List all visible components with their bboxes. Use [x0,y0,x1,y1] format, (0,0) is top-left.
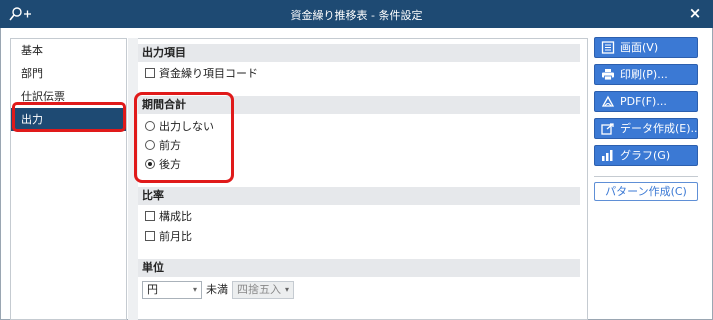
data-export-button-label: データ作成(E)... [620,122,702,135]
threshold-label: 未満 [206,283,228,296]
data-export-button[interactable]: データ作成(E)... [594,118,702,139]
section-header-output-items: 出力項目 [138,44,580,62]
radio-circle-selected[interactable] [145,159,155,169]
window-title: 資金繰り推移表 - 条件設定 [290,9,423,22]
chart-icon [602,150,613,161]
checkbox-box[interactable] [145,211,155,221]
print-button-label: 印刷(P)... [620,68,668,81]
title-bar: 資金繰り推移表 - 条件設定 × [0,0,713,28]
screen-button-label: 画面(V) [620,41,659,54]
checkbox-month-over-month[interactable]: 前月比 [145,229,192,245]
pdf-button[interactable]: PDF(F)... [594,91,698,112]
radio-circle[interactable] [145,121,155,131]
section-header-ratio: 比率 [138,187,580,205]
screen-icon [601,41,615,54]
sidebar-item-basic[interactable]: 基本 [11,39,126,62]
checkbox-label: 前月比 [159,230,192,243]
graph-button-label: グラフ(G) [620,149,671,162]
sidebar-item-journal-voucher[interactable]: 仕訳伝票 [11,85,126,108]
radio-label: 出力しない [159,120,214,133]
chevron-down-icon: ▾ [192,285,197,294]
section-header-period-total: 期間合計 [138,96,580,114]
printer-icon [602,69,614,81]
close-button[interactable]: × [687,5,703,21]
radio-label: 前方 [159,139,181,152]
section-header-unit: 単位 [138,259,580,277]
checkbox-label: 構成比 [159,210,192,223]
radio-circle[interactable] [145,140,155,150]
pdf-icon [601,95,615,107]
checkbox-box[interactable] [145,68,155,78]
settings-sidebar: 基本 部門 仕訳伝票 出力 [10,38,127,320]
radio-front[interactable]: 前方 [145,138,181,154]
checkbox-label: 資金繰り項目コード [159,67,258,80]
graph-button[interactable]: グラフ(G) [594,145,698,166]
print-button[interactable]: 印刷(P)... [594,64,698,85]
checkbox-composition-ratio[interactable]: 構成比 [145,209,192,225]
sidebar-item-department[interactable]: 部門 [11,62,126,85]
button-divider [594,176,698,177]
unit-select[interactable]: 円 ▾ [142,281,202,299]
rounding-select: 四捨五入 ▾ [232,281,294,299]
create-pattern-button[interactable]: パターン作成(C) [594,182,698,201]
panel-left-strip [128,38,138,320]
unit-select-value: 円 [147,283,158,296]
checkbox-box[interactable] [145,231,155,241]
radio-label: 後方 [159,158,181,171]
screen-button[interactable]: 画面(V) [594,37,698,58]
export-icon [601,123,614,135]
pdf-button-label: PDF(F)... [620,95,667,108]
sidebar-item-output[interactable]: 出力 [11,108,126,131]
radio-no-output[interactable]: 出力しない [145,119,214,135]
chevron-down-icon: ▾ [284,285,289,294]
checkbox-cashflow-item-code[interactable]: 資金繰り項目コード [145,66,258,82]
radio-back[interactable]: 後方 [145,157,181,173]
rounding-select-value: 四捨五入 [237,283,281,296]
